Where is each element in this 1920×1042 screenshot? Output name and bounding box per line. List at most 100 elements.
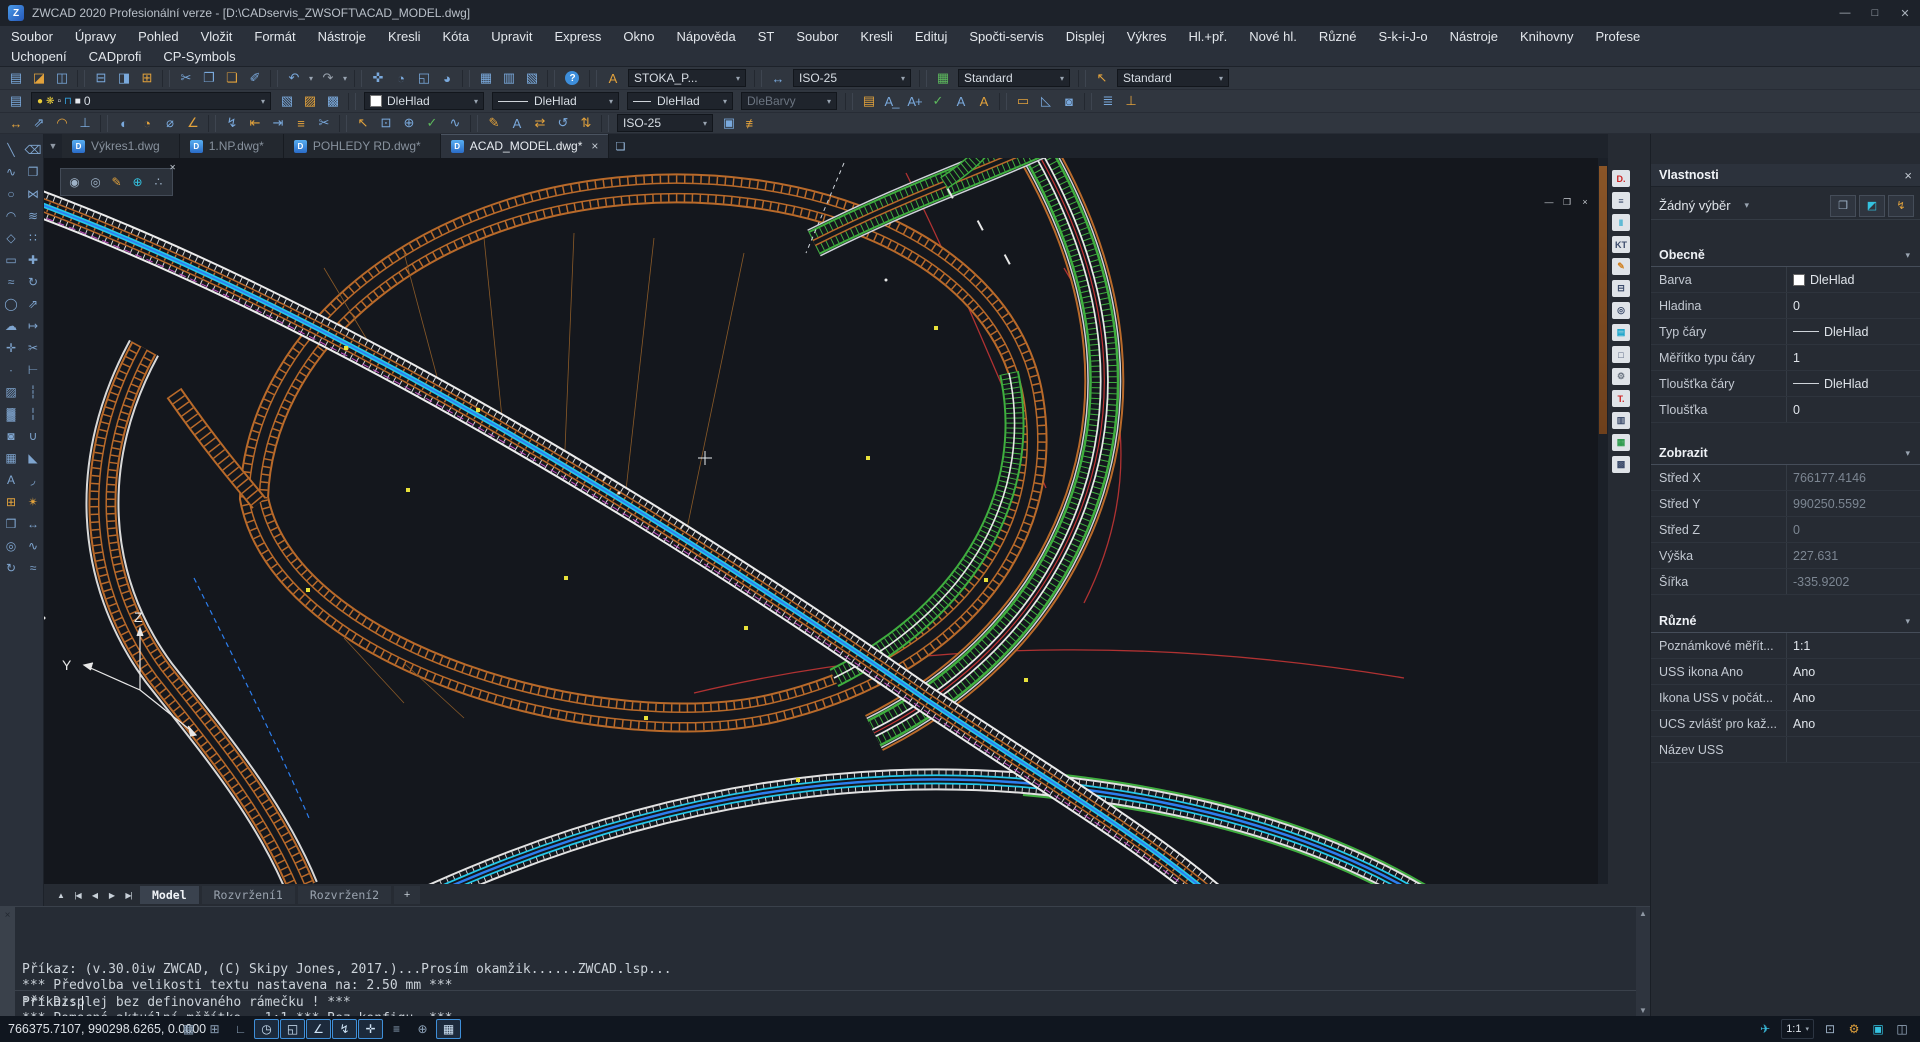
menu-item[interactable]: Displej: [1055, 27, 1116, 47]
command-close-icon[interactable]: ×: [0, 910, 15, 921]
cadprofi-grid2-tool[interactable]: ▦: [1612, 434, 1630, 451]
join-tool[interactable]: ∪: [22, 425, 44, 447]
visibility-off-icon[interactable]: ◎: [85, 172, 106, 193]
dim-style-combo-secondary[interactable]: ISO-25 ▾: [617, 114, 713, 132]
otrack-toggle[interactable]: ↯: [332, 1019, 357, 1039]
osnap-toggle[interactable]: ◱: [280, 1019, 305, 1039]
measure-distance-button[interactable]: ▭: [1011, 92, 1034, 111]
dtext-button[interactable]: A_: [880, 92, 903, 111]
mleader-style-icon[interactable]: ↖: [1090, 69, 1113, 88]
undo-dropdown[interactable]: ▾: [305, 69, 316, 88]
menu-item[interactable]: Profese: [1584, 27, 1651, 47]
edit-spline-tool[interactable]: ≈: [22, 557, 44, 579]
dim-continue-button[interactable]: ⇥: [266, 114, 289, 133]
open-file-button[interactable]: ◪: [27, 69, 50, 88]
cadprofi-edit-tool[interactable]: ✎: [1612, 258, 1630, 275]
property-row[interactable]: Poznámkové měřít... 1:1: [1651, 633, 1920, 659]
edit-polyline-tool[interactable]: ∿: [22, 535, 44, 557]
tab-model[interactable]: Model: [140, 886, 199, 904]
edit-text-button[interactable]: A: [972, 92, 995, 111]
polyline-tool[interactable]: ∿: [0, 161, 22, 183]
plotstyle-combo[interactable]: DleBarvy ▾: [741, 92, 837, 110]
menu-item[interactable]: Nástroje: [307, 27, 377, 47]
mleader-style-combo[interactable]: Standard▾: [1117, 69, 1229, 87]
cadprofi-frame-tool[interactable]: ⊟: [1612, 280, 1630, 297]
fillet-tool[interactable]: ◞: [22, 469, 44, 491]
grid-toggle[interactable]: ⊞: [202, 1019, 227, 1039]
property-row[interactable]: Ikona USS v počát... Ano: [1651, 685, 1920, 711]
property-row[interactable]: UCS zvlášť pro kaž... Ano: [1651, 711, 1920, 737]
property-value[interactable]: 990250.5592: [1786, 497, 1920, 511]
menu-item[interactable]: S-k-i-J-o: [1367, 27, 1438, 47]
dim-linear-button[interactable]: ↔: [4, 114, 27, 133]
dim-oblique-button[interactable]: ⇄: [528, 114, 551, 133]
drawing-canvas[interactable]: Z Y ◉◎✎⊕∴ ✕ —❐×: [44, 158, 1598, 884]
panel-close-icon[interactable]: ×: [1896, 168, 1920, 183]
menu-item[interactable]: Kóta: [432, 27, 481, 47]
move-tool[interactable]: ✚: [22, 249, 44, 271]
polar-toggle[interactable]: ◷: [254, 1019, 279, 1039]
redo-button[interactable]: ↷: [316, 69, 339, 88]
make-block-tool[interactable]: ❒: [0, 513, 22, 535]
minimize-button[interactable]: —: [1830, 0, 1860, 26]
tab-close-icon[interactable]: ×: [591, 139, 598, 153]
cadprofi-symbol-tool[interactable]: ◎: [1612, 302, 1630, 319]
edit-pen-icon[interactable]: ✎: [106, 172, 127, 193]
property-value[interactable]: Ano: [1786, 665, 1920, 679]
tab-list-menu-icon[interactable]: ▼: [44, 134, 62, 158]
scale-text-button[interactable]: A: [949, 92, 972, 111]
doc-tab-acad-model[interactable]: D ACAD_MODEL.dwg* ×: [441, 134, 610, 158]
cadprofi-d-tool[interactable]: D.: [1612, 170, 1630, 187]
dim-style-combo[interactable]: ISO-25▾: [793, 69, 911, 87]
menu-item[interactable]: Výkres: [1116, 27, 1178, 47]
text-style-icon[interactable]: A: [601, 69, 624, 88]
model-tab-prev[interactable]: ◀: [86, 887, 103, 903]
menu-item[interactable]: Kresli: [849, 27, 904, 47]
sheet-set-button[interactable]: ▧: [520, 69, 543, 88]
menu-item[interactable]: CP-Symbols: [152, 47, 246, 67]
viewport-plane-icon[interactable]: ✈: [1753, 1019, 1777, 1039]
dim-jog-line-button[interactable]: ∿: [443, 114, 466, 133]
dim-angular-button[interactable]: ∠: [181, 114, 204, 133]
stretch-tool[interactable]: ↦: [22, 315, 44, 337]
model-tab-last[interactable]: ▶|: [120, 887, 137, 903]
scroll-up-icon[interactable]: ▲: [1639, 907, 1647, 920]
construction-line-tool[interactable]: ✛: [0, 337, 22, 359]
break-at-point-tool[interactable]: ┆: [22, 381, 44, 403]
line-tool[interactable]: ╲: [0, 139, 22, 161]
help-button[interactable]: ?: [565, 71, 579, 85]
mdi-close-button[interactable]: ×: [1576, 195, 1594, 209]
pickadd-toggle-button[interactable]: ↯: [1888, 195, 1914, 217]
annotation-scale-combo[interactable]: 1:1 ▾: [1781, 1019, 1814, 1039]
selection-filter-combo[interactable]: Žádný výběr: [1651, 198, 1731, 213]
dim-update-button[interactable]: ↺: [551, 114, 574, 133]
menu-item[interactable]: Knihovny: [1509, 27, 1584, 47]
menu-item[interactable]: Uchopení: [0, 47, 78, 67]
mdi-restore-button[interactable]: ❐: [1558, 195, 1576, 209]
arc-tool[interactable]: ◠: [0, 205, 22, 227]
measure-volume-button[interactable]: ◙: [1057, 92, 1080, 111]
trim-tool[interactable]: ✂: [22, 337, 44, 359]
layer-properties-button[interactable]: ▤: [4, 92, 27, 111]
property-value[interactable]: 1: [1786, 351, 1920, 365]
save-button[interactable]: ◫: [50, 69, 73, 88]
dim-edit-button[interactable]: ✎: [482, 114, 505, 133]
zoom-realtime-button[interactable]: ◔: [389, 69, 412, 88]
property-value[interactable]: Ano: [1786, 691, 1920, 705]
dim-center-mark-button[interactable]: ⊕: [397, 114, 420, 133]
property-row[interactable]: Měřítko typu čáry 1: [1651, 345, 1920, 371]
point-tool[interactable]: ∙: [0, 359, 22, 381]
dim-reassociate-button[interactable]: ⇅: [574, 114, 597, 133]
menu-item[interactable]: Okno: [612, 27, 665, 47]
quick-select-button[interactable]: ◩: [1859, 195, 1885, 217]
property-row[interactable]: USS ikona Ano Ano: [1651, 659, 1920, 685]
property-row[interactable]: Tloušťka čáry DleHlad: [1651, 371, 1920, 397]
property-row[interactable]: Hladina 0: [1651, 293, 1920, 319]
menu-item[interactable]: Nápověda: [665, 27, 746, 47]
add-layout-button[interactable]: +: [394, 886, 420, 904]
rotate-tool[interactable]: ↻: [22, 271, 44, 293]
dim-style-manager-button[interactable]: ▣: [717, 114, 740, 133]
print-preview-button[interactable]: ◨: [112, 69, 135, 88]
erase-tool[interactable]: ⌫: [22, 139, 44, 161]
cadprofi-grid3-tool[interactable]: ▩: [1612, 456, 1630, 473]
